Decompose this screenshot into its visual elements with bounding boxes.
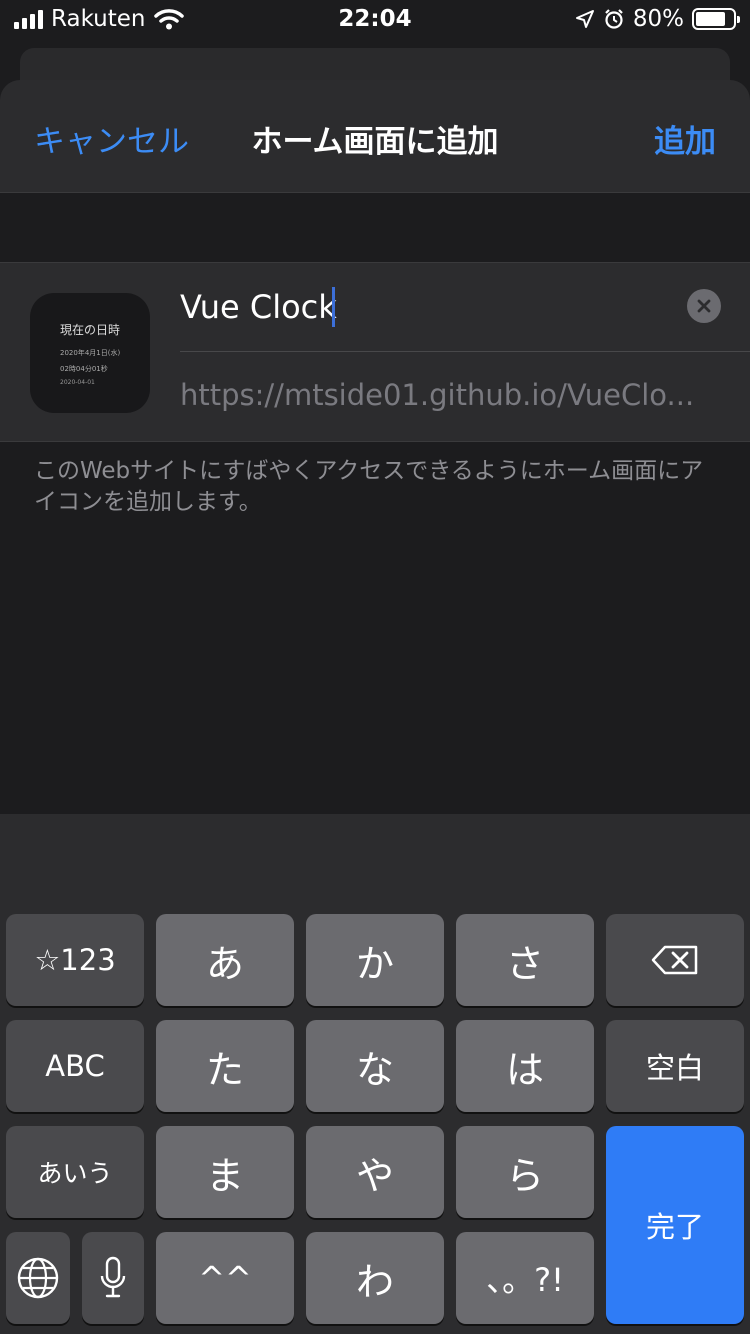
alarm-icon [605,9,623,29]
name-field [180,283,750,352]
name-input[interactable] [180,283,660,331]
key-kana-mode[interactable]: あいう [6,1126,144,1218]
microphone-icon [100,1256,126,1298]
key-space[interactable]: 空白 [606,1020,744,1112]
done-key[interactable]: 完了 [606,1126,744,1324]
key-ka[interactable]: か [306,914,444,1006]
sheet-nav-bar: キャンセル ホーム画面に追加 追加 [0,80,750,193]
status-bar: Rakuten 22:04 80% [0,0,750,42]
key-wa[interactable]: わ [306,1232,444,1324]
close-icon [697,299,711,313]
app-icon-time: 02時04分01秒 [60,365,108,373]
app-icon-title: 現在の日時 [60,323,121,337]
app-icon-extra: 2020-04-01 [60,379,95,386]
app-icon-date: 2020年4月1日(水) [60,349,121,357]
globe-key[interactable] [6,1232,70,1324]
key-a[interactable]: あ [156,914,294,1006]
location-icon [575,10,594,28]
site-url: https://mtside01.github.io/VueClo... [180,378,695,412]
add-to-home-sheet: キャンセル ホーム画面に追加 追加 現在の日時 2020年4月1日(水) 02時… [0,80,750,814]
clear-text-button[interactable] [687,289,721,323]
key-ha[interactable]: は [456,1020,594,1112]
battery-percent: 80% [632,6,684,32]
bookmark-card: 現在の日時 2020年4月1日(水) 02時04分01秒 2020-04-01 … [0,262,750,442]
key-ra[interactable]: ら [456,1126,594,1218]
app-icon-preview: 現在の日時 2020年4月1日(水) 02時04分01秒 2020-04-01 [30,293,150,413]
key-na[interactable]: な [306,1020,444,1112]
microphone-key[interactable] [82,1232,144,1324]
text-caret [332,287,335,327]
key-abc[interactable]: ABC [6,1020,144,1112]
description-text: このWebサイトにすばやくアクセスできるようにホーム画面にアイコンを追加します。 [34,458,704,515]
key-numbers[interactable]: ☆123 [6,914,144,1006]
key-ta[interactable]: た [156,1020,294,1112]
add-button[interactable]: 追加 [654,116,716,161]
globe-icon [17,1257,59,1299]
keyboard: ☆123 あ か さ ABC た な は 空白 あいう ま や ら ^^ わ 、… [0,814,750,1334]
sheet-title: ホーム画面に追加 [251,124,499,160]
key-punctuation[interactable]: 、。?! [456,1232,594,1324]
key-dakuten[interactable]: ^^ [156,1232,294,1324]
battery-icon [692,8,740,30]
key-ma[interactable]: ま [156,1126,294,1218]
key-ya[interactable]: や [306,1126,444,1218]
backspace-key[interactable] [606,914,744,1006]
backspace-icon [651,945,698,975]
key-sa[interactable]: さ [456,914,594,1006]
